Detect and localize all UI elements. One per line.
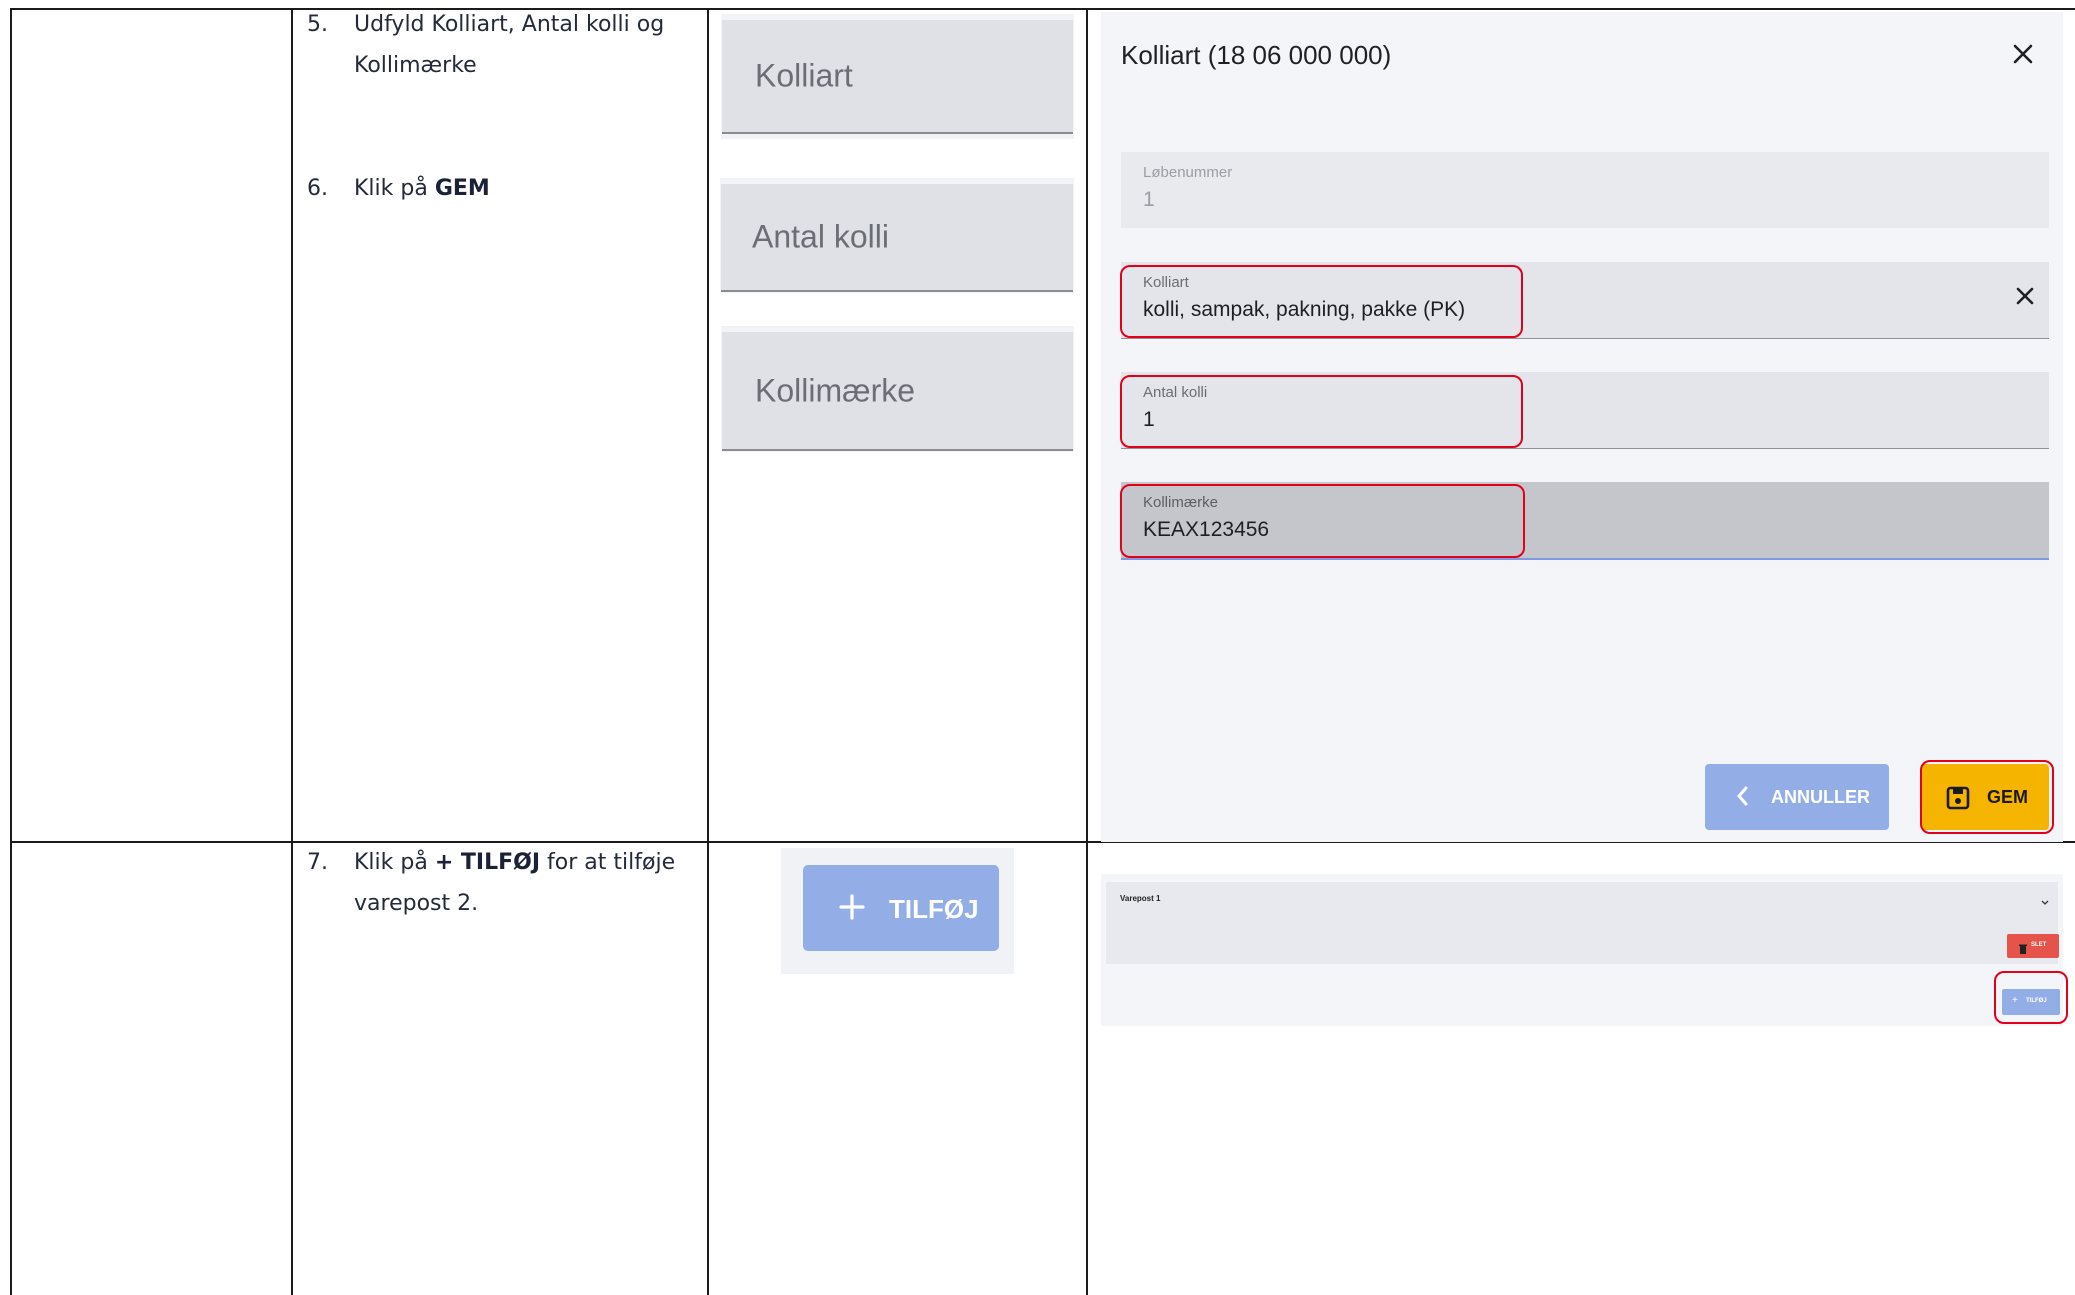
crop-kollimaerke-field[interactable]: Kollimærke: [722, 332, 1073, 451]
kollimaerke-highlight: [1120, 484, 1525, 558]
crop-antal-kolli-field[interactable]: Antal kolli: [721, 184, 1073, 292]
lobenummer-value: 1: [1143, 188, 1155, 211]
step-6-pre: Klik på: [354, 176, 435, 201]
step-7: 7. Klik på + TILFØJ for at tilføje varep…: [307, 842, 687, 932]
varepost-title: Varepost 1: [1120, 894, 1161, 903]
step-6-number: 6.: [307, 176, 328, 201]
table-col-divider-1: [291, 8, 293, 1295]
table-border-left: [10, 8, 12, 1295]
kolliart-dialog: Kolliart (18 06 000 000) Løbenummer 1 Ko…: [1101, 12, 2063, 842]
gem-highlight: [1920, 760, 2054, 834]
varepost-card: Varepost 1 SLET: [1106, 882, 2059, 964]
step-5-line-1: Udfyld Kolliart, Antal kolli og: [354, 12, 665, 37]
table-col-divider-2: [707, 8, 709, 1295]
lobenummer-label: Løbenummer: [1143, 164, 1233, 181]
varepost-tilfoj-highlight: [1994, 971, 2068, 1024]
step-7-line-1: Klik på + TILFØJ for at tilføje: [354, 842, 675, 883]
crop-antal-kolli-label: Antal kolli: [752, 218, 889, 255]
slet-button[interactable]: SLET: [2007, 934, 2059, 958]
dialog-title: Kolliart (18 06 000 000): [1121, 40, 1392, 70]
step-7-bold: + TILFØJ: [434, 850, 541, 875]
crop-kolliart-label: Kolliart: [755, 57, 853, 94]
step-5: 5. Udfyld Kolliart, Antal kolli og Kolli…: [307, 4, 687, 94]
annuller-label: ANNULLER: [1771, 787, 1870, 807]
step-5-line-2: Kollimærke: [354, 53, 477, 78]
crop-kollimaerke-label: Kollimærke: [755, 372, 916, 408]
lobenummer-field: Løbenummer 1: [1121, 152, 2049, 228]
dialog-close-icon[interactable]: [2005, 36, 2041, 72]
antal-kolli-highlight: [1120, 375, 1523, 448]
crop-kolliart-field[interactable]: Kolliart: [722, 20, 1073, 134]
clear-kolliart-icon[interactable]: [2009, 280, 2041, 312]
step-7-pre: Klik på: [354, 850, 435, 875]
varepost-panel: Varepost 1 SLET + TILFØJ: [1101, 874, 2068, 1026]
kolliart-highlight: [1120, 265, 1523, 338]
step-7-number: 7.: [307, 850, 328, 875]
crop-tilfoj-label: TILFØJ: [889, 894, 979, 924]
step-5-number: 5.: [307, 12, 328, 37]
step-7-line-2: varepost 2.: [354, 891, 479, 916]
crop-tilfoj-button[interactable]: TILFØJ: [803, 865, 999, 951]
step-7-post: for at tilføje: [540, 850, 676, 875]
table-col-divider-3: [1086, 8, 1088, 1295]
step-6-text: Klik på GEM: [354, 168, 490, 209]
plus-icon: [837, 892, 867, 929]
annuller-button[interactable]: ANNULLER: [1705, 764, 1889, 830]
chevron-down-icon[interactable]: [2040, 894, 2050, 912]
step-6-bold: GEM: [434, 176, 490, 201]
slet-label: SLET: [2031, 942, 2047, 948]
crop-tilfoj-bg: TILFØJ: [781, 848, 1014, 974]
step-6: 6. Klik på GEM: [307, 168, 687, 213]
trash-icon: [2019, 941, 2027, 959]
chevron-left-icon: [1735, 783, 1751, 814]
